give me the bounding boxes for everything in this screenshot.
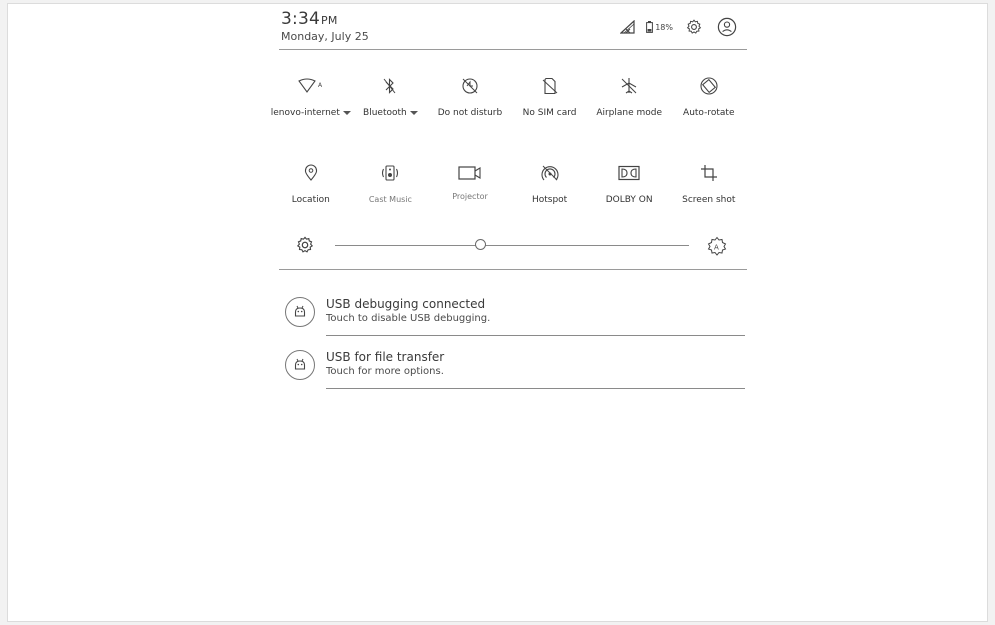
quick-toggles-row-1: A lenovo-internet Bluetooth Do not distu…: [271, 74, 749, 118]
user-account-icon[interactable]: [717, 17, 737, 37]
bluetooth-icon: [383, 74, 397, 98]
toggle-airplane-mode-label: Airplane mode: [596, 108, 663, 118]
battery-percent: 18%: [655, 22, 673, 32]
toggle-projector-label: Projector: [452, 192, 488, 201]
toggle-projector[interactable]: Projector: [430, 161, 510, 205]
wifi-icon: A: [297, 74, 325, 98]
notification-title: USB debugging connected: [326, 297, 486, 311]
toggle-location[interactable]: Location: [271, 161, 351, 205]
toggle-screenshot[interactable]: Screen shot: [669, 161, 749, 205]
clock: 3:34PM: [281, 9, 338, 29]
android-usb-icon: [285, 350, 315, 380]
toggle-hotspot-label: Hotspot: [531, 195, 568, 205]
notification-text: Touch to disable USB debugging.: [326, 313, 491, 324]
date: Monday, July 25: [281, 30, 369, 43]
toggle-hotspot[interactable]: Hotspot: [510, 161, 590, 205]
settings-gear-icon[interactable]: [686, 19, 702, 35]
projector-icon: [458, 161, 482, 185]
notification-usb-file-transfer[interactable]: USB for file transfer Touch for more opt…: [271, 345, 749, 395]
brightness-control: A: [271, 232, 749, 258]
toggle-dolby[interactable]: DOLBY ON: [589, 161, 669, 205]
notification-divider: [326, 335, 745, 336]
bluetooth-dropdown-caret-icon[interactable]: [409, 111, 418, 115]
toggle-auto-rotate-label: Auto-rotate: [683, 108, 735, 118]
brightness-divider: [279, 269, 747, 270]
location-icon: [304, 161, 318, 185]
brightness-slider-track[interactable]: [335, 245, 689, 246]
brightness-slider-thumb[interactable]: [474, 239, 486, 250]
toggle-do-not-disturb-label: Do not disturb: [437, 108, 503, 118]
notification-text: Touch for more options.: [326, 366, 444, 377]
toggle-cast-music[interactable]: Cast Music: [351, 161, 431, 205]
toggle-auto-rotate[interactable]: Auto-rotate: [669, 74, 749, 118]
toggle-screenshot-label: Screen shot: [682, 195, 736, 205]
battery-icon: [646, 21, 654, 33]
toggle-airplane-mode[interactable]: Airplane mode: [589, 74, 669, 118]
no-sim-icon: [542, 74, 558, 98]
dolby-icon: [618, 161, 640, 185]
screen: 3:34PM Monday, July 25 18% A lenovo-inte…: [7, 3, 988, 622]
notification-usb-debugging[interactable]: USB debugging connected Touch to disable…: [271, 292, 749, 342]
cast-music-icon: [379, 161, 401, 185]
clock-ampm: PM: [320, 14, 338, 27]
toggle-wifi[interactable]: A lenovo-internet: [271, 74, 351, 118]
clock-time: 3:34: [281, 9, 320, 29]
header-divider: [279, 49, 747, 50]
toggle-wifi-label: lenovo-internet: [270, 108, 340, 118]
toggle-no-sim[interactable]: No SIM card: [510, 74, 590, 118]
quick-toggles-row-2: Location Cast Music Projector Hotspot DO…: [271, 161, 749, 205]
toggle-dolby-label: DOLBY ON: [605, 195, 653, 205]
hotspot-icon: [541, 161, 559, 185]
quick-settings-panel: 3:34PM Monday, July 25 18% A lenovo-inte…: [271, 4, 749, 404]
toggle-location-label: Location: [291, 195, 330, 205]
android-debug-icon: [285, 297, 315, 327]
svg-text:A: A: [714, 244, 719, 252]
svg-text:A: A: [318, 82, 323, 89]
screenshot-icon: [700, 161, 718, 185]
notification-divider: [326, 388, 745, 389]
toggle-cast-music-label: Cast Music: [368, 195, 412, 204]
toggle-no-sim-label: No SIM card: [522, 108, 577, 118]
toggle-do-not-disturb[interactable]: Do not disturb: [430, 74, 510, 118]
auto-rotate-icon: [699, 74, 719, 98]
notification-title: USB for file transfer: [326, 350, 445, 364]
brightness-settings-icon[interactable]: [296, 236, 314, 258]
header-icons: 18%: [620, 17, 737, 37]
toggle-bluetooth[interactable]: Bluetooth: [351, 74, 431, 118]
network-signal-icon: [620, 20, 636, 34]
do-not-disturb-icon: [461, 74, 479, 98]
auto-brightness-icon[interactable]: A: [707, 236, 727, 260]
toggle-bluetooth-label: Bluetooth: [363, 108, 407, 118]
airplane-icon: [620, 74, 638, 98]
